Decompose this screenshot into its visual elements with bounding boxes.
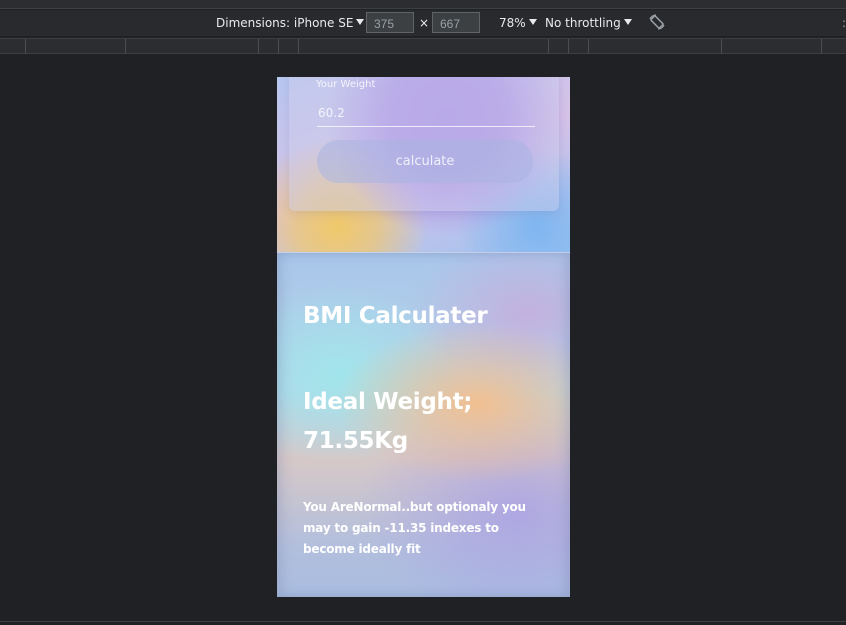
ideal-weight-value: 71.55Kg — [303, 428, 408, 454]
chevron-down-icon — [356, 19, 365, 25]
ruler-divider — [721, 39, 722, 53]
ruler-divider — [588, 39, 589, 53]
ruler-divider — [258, 39, 259, 53]
chevron-down-icon — [623, 19, 632, 25]
bottom-divider — [0, 621, 846, 622]
result-message: You AreNormal..but optionaly you may to … — [303, 500, 526, 556]
media-query-bar — [0, 38, 846, 54]
weight-label: Your Weight — [316, 79, 376, 90]
device-toolbar: Dimensions: iPhone SE × 78% No throttlin… — [0, 10, 846, 36]
form-section: Your Weight calculate — [277, 77, 570, 252]
ruler-divider — [548, 39, 549, 53]
devtools-top-strip — [0, 0, 846, 9]
ruler-divider — [278, 39, 279, 53]
zoom-label: 78% — [499, 16, 526, 30]
height-input[interactable] — [432, 12, 480, 33]
chevron-down-icon — [528, 19, 537, 25]
ruler-divider — [125, 39, 126, 53]
calculate-button[interactable]: calculate — [317, 140, 533, 183]
ruler-divider — [568, 39, 569, 53]
throttle-label: No throttling — [545, 16, 621, 30]
throttle-select[interactable]: No throttling — [545, 16, 632, 30]
ruler-divider — [25, 39, 26, 53]
times-symbol: × — [419, 16, 430, 30]
result-section: BMI Calculater Ideal Weight; 71.55Kg You… — [277, 252, 570, 597]
ideal-weight: Ideal Weight; 71.55Kg — [303, 383, 553, 461]
page-title: BMI Calculater — [303, 303, 488, 329]
ruler-divider — [298, 39, 299, 53]
rotate-icon[interactable] — [647, 13, 667, 33]
device-viewport: Your Weight calculate BMI Calculater Ide… — [277, 77, 570, 597]
width-input[interactable] — [366, 12, 414, 33]
ideal-weight-label: Ideal Weight; — [303, 389, 473, 415]
weight-input[interactable] — [317, 99, 535, 127]
ruler-divider — [821, 39, 822, 53]
zoom-select[interactable]: 78% — [499, 16, 537, 30]
device-select[interactable]: Dimensions: iPhone SE — [216, 16, 365, 30]
device-select-label: Dimensions: iPhone SE — [216, 16, 354, 30]
more-indicator: : — [842, 16, 846, 30]
